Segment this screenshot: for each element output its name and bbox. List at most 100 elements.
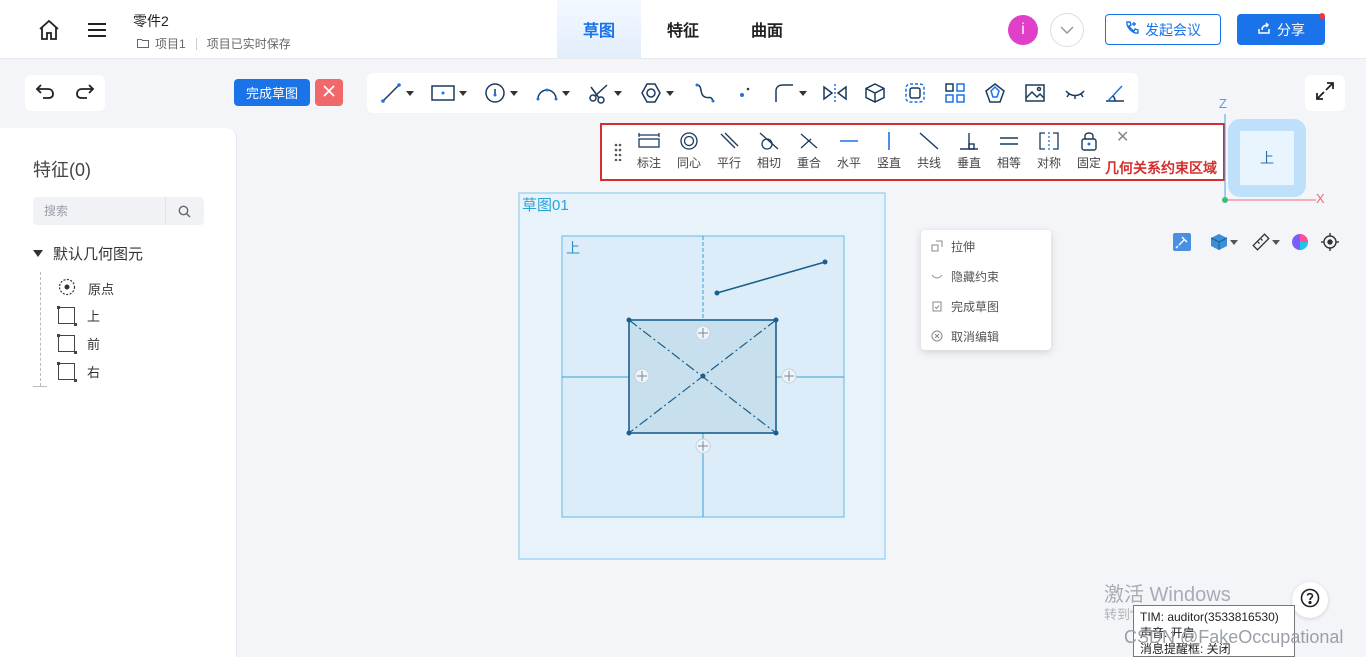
- undo-icon[interactable]: [35, 82, 55, 105]
- target-button[interactable]: [1321, 232, 1339, 252]
- menu-icon[interactable]: [84, 17, 110, 43]
- constraint-fixed[interactable]: 固定: [1069, 131, 1109, 171]
- circle-tool[interactable]: [483, 81, 518, 105]
- tree-item-top-plane[interactable]: 上: [56, 305, 100, 326]
- menu-item-hide-constraints[interactable]: 隐藏约束: [931, 266, 999, 286]
- fullscreen-button[interactable]: [1305, 75, 1345, 111]
- spline-tool[interactable]: [693, 81, 717, 105]
- constraint-symmetric[interactable]: 对称: [1029, 131, 1069, 171]
- tab-feature[interactable]: 特征: [641, 0, 725, 58]
- tree-item-right-plane[interactable]: 右: [56, 361, 100, 382]
- menu-item-cancel-edit[interactable]: 取消编辑: [931, 326, 999, 346]
- constraint-collinear[interactable]: 共线: [909, 131, 949, 171]
- measure-button[interactable]: [1252, 232, 1280, 252]
- sketch-point[interactable]: [822, 259, 828, 265]
- constraint-coincident[interactable]: 重合: [789, 131, 829, 171]
- offset-tool[interactable]: [903, 81, 927, 105]
- constraint-label: 共线: [916, 156, 941, 170]
- midpoint-constraint-icon[interactable]: [634, 368, 650, 384]
- midpoint-constraint-icon[interactable]: [695, 325, 711, 341]
- constraint-parallel[interactable]: 平行: [709, 131, 749, 171]
- feature-panel: 特征(0) 默认几何图元 原点 上 前 右: [0, 128, 237, 657]
- chevron-down-icon[interactable]: [459, 90, 467, 96]
- mirror-tool[interactable]: [822, 81, 848, 105]
- top-header: 零件2 项目1 项目已实时保存 草图 特征 曲面 i 发起会议 分享: [0, 0, 1366, 59]
- chevron-down-icon[interactable]: [510, 90, 518, 96]
- arc-tool[interactable]: [535, 81, 570, 105]
- constraint-dimension[interactable]: 标注: [629, 131, 669, 171]
- sketch-point[interactable]: [626, 317, 632, 323]
- constraint-tangent[interactable]: 相切: [749, 131, 789, 171]
- menu-item-extrude[interactable]: 拉伸: [931, 236, 975, 256]
- tree-root-default-geometry[interactable]: 默认几何图元: [33, 243, 143, 264]
- view-cube-face-top[interactable]: 上: [1240, 131, 1294, 185]
- view-cube[interactable]: 上: [1228, 119, 1306, 197]
- tree-item-front-plane[interactable]: 前: [56, 333, 100, 354]
- appearance-button[interactable]: [1291, 232, 1309, 252]
- triangle-down-icon[interactable]: [33, 250, 43, 257]
- midpoint-constraint-icon[interactable]: [695, 438, 711, 454]
- tab-sketch[interactable]: 草图: [557, 0, 641, 58]
- chevron-down-icon[interactable]: [614, 90, 622, 96]
- grid-pattern-icon: [945, 83, 965, 103]
- sketch-point[interactable]: [773, 430, 779, 436]
- save-status: 项目已实时保存: [206, 37, 291, 51]
- search-icon[interactable]: [166, 197, 203, 225]
- display-mode-button[interactable]: [1210, 232, 1238, 252]
- line-tool[interactable]: [379, 81, 414, 105]
- tab-surface[interactable]: 曲面: [725, 0, 809, 58]
- close-icon[interactable]: ✕: [1116, 127, 1129, 147]
- menu-item-finish-sketch[interactable]: 完成草图: [931, 296, 999, 316]
- image-tool[interactable]: [1023, 81, 1047, 105]
- point-icon: [740, 87, 750, 97]
- point-tool[interactable]: [733, 81, 757, 105]
- constraint-equal[interactable]: 相等: [989, 131, 1029, 171]
- constraint-concentric[interactable]: 同心: [669, 131, 709, 171]
- midpoint-constraint-icon[interactable]: [781, 368, 797, 384]
- help-button[interactable]: [1292, 582, 1328, 618]
- sketch-point[interactable]: [714, 290, 720, 296]
- chevron-down-icon[interactable]: [799, 90, 807, 96]
- cancel-sketch-button[interactable]: [315, 79, 343, 106]
- user-dropdown-button[interactable]: [1050, 13, 1084, 47]
- search-input[interactable]: [33, 197, 165, 225]
- ruler-icon: [1252, 233, 1270, 251]
- drag-handle-icon[interactable]: [614, 143, 622, 166]
- sketch-point[interactable]: [773, 317, 779, 323]
- chevron-down-icon[interactable]: [1272, 239, 1280, 245]
- constraint-horizontal[interactable]: 水平: [829, 131, 869, 171]
- line-icon: [381, 83, 401, 103]
- fillet-tool[interactable]: [772, 81, 807, 105]
- panel-title: 特征(0): [33, 160, 91, 180]
- constraint-tool[interactable]: [1103, 81, 1127, 105]
- constraint-vertical[interactable]: 竖直: [869, 131, 909, 171]
- menu-item-label: 完成草图: [951, 299, 1000, 314]
- home-icon[interactable]: [36, 17, 62, 43]
- windows-activation-title: 激活 Windows: [1104, 584, 1231, 606]
- polygon-tool[interactable]: [639, 81, 674, 105]
- csdn-watermark: CSDN @FakeOccupational: [1124, 627, 1344, 647]
- shape-tool[interactable]: [983, 81, 1007, 105]
- pattern-tool[interactable]: [943, 81, 967, 105]
- avatar[interactable]: i: [1008, 15, 1038, 45]
- project-3d-tool[interactable]: [863, 81, 887, 105]
- chevron-down-icon[interactable]: [1230, 239, 1238, 245]
- start-meeting-button[interactable]: 发起会议: [1105, 14, 1221, 45]
- sketch-point[interactable]: [626, 430, 632, 436]
- trim-tool[interactable]: [587, 81, 622, 105]
- sketch-point[interactable]: [700, 373, 706, 379]
- finish-sketch-button[interactable]: 完成草图: [234, 79, 310, 106]
- share-button[interactable]: 分享: [1237, 14, 1325, 45]
- chevron-down-icon[interactable]: [406, 90, 414, 96]
- redo-icon[interactable]: [75, 82, 95, 105]
- collinear-icon: [919, 132, 939, 150]
- chevron-down-icon[interactable]: [562, 90, 570, 96]
- rectangle-tool[interactable]: [430, 81, 467, 105]
- project-name[interactable]: 项目1: [155, 35, 186, 52]
- document-title[interactable]: 零件2: [133, 11, 169, 31]
- constraint-perpendicular[interactable]: 垂直: [949, 131, 989, 171]
- pin-button[interactable]: [1173, 232, 1191, 252]
- tree-item-origin[interactable]: 原点: [58, 278, 114, 299]
- hide-constraints-tool[interactable]: [1063, 81, 1087, 105]
- chevron-down-icon[interactable]: [666, 90, 674, 96]
